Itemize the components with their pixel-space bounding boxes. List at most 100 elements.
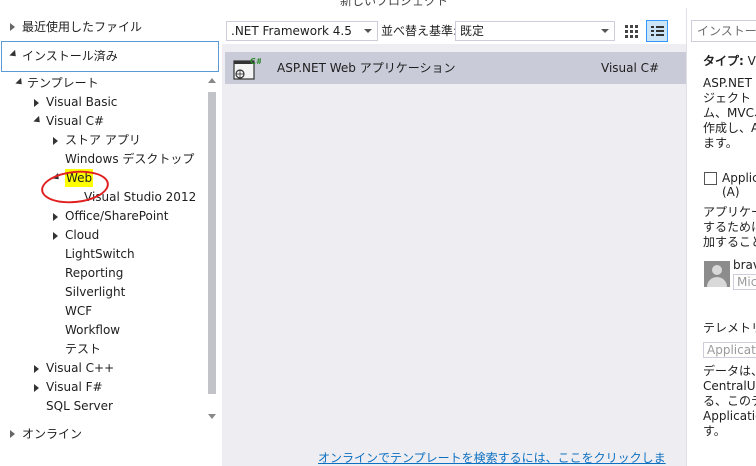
template-name: ASP.NET Web アプリケーション [277,61,456,75]
tree-node[interactable]: Web [0,169,206,187]
tree-node[interactable]: Silverlight [0,283,206,301]
scroll-down-icon[interactable] [208,414,216,419]
tree-node-label: Silverlight [65,285,126,299]
online-node[interactable]: オンライン [0,425,220,443]
expand-arrow-icon[interactable] [53,213,58,221]
tree-node-label: Visual Studio 2012 [84,190,197,204]
recent-node[interactable]: 最近使用したファイル [0,18,220,36]
list-view-icon[interactable] [646,20,668,42]
grid-view-icon[interactable] [622,20,642,40]
installed-node[interactable]: インストール済み [1,41,219,72]
tree-node[interactable]: Visual Studio 2012 [0,188,206,206]
template-language: Visual C# [601,61,660,75]
expand-arrow-icon[interactable] [10,430,15,438]
template-list-pane: .NET Framework 4.5 並べ替え基準: 既定 C# ASP. [222,8,686,466]
tree-node[interactable]: Visual C# [0,112,206,130]
tree-node[interactable]: Cloud [0,226,206,244]
description-line: ム、MVC、コ [703,106,756,120]
tree-node[interactable]: Visual F# [0,378,206,396]
tree-node-label: Visual C# [46,114,105,128]
tree-node-label: Visual F# [46,380,103,394]
search-input[interactable]: インストール済 [691,20,756,42]
chevron-down-icon [601,29,609,33]
template-item[interactable]: C# ASP.NET Web アプリケーション Visual C# [225,52,686,84]
scroll-thumb[interactable] [208,92,216,394]
collapse-arrow-icon[interactable] [15,77,25,88]
csharp-badge: C# [250,57,261,66]
collapse-arrow-icon[interactable] [33,115,43,126]
description-line: ジェクト テン [703,91,756,105]
tree-node-label: SQL Server [46,399,113,413]
insights-text: アプリケーシ [703,205,756,219]
tree-node-label: Visual Basic [46,95,118,109]
checkbox-label: Applic [722,171,756,185]
collapse-arrow-icon[interactable] [52,172,62,183]
scroll-up-icon[interactable] [208,78,216,83]
collapse-arrow-icon[interactable] [9,49,19,60]
expand-arrow-icon[interactable] [34,365,39,373]
tree-node[interactable]: Reporting [0,264,206,282]
details-pane: インストール済 タイプ: Vis ASP.NET ア ジェクト テン ム、MVC… [686,8,756,466]
tree-node[interactable]: SQL Server [0,397,206,415]
insights-text: するために、 [703,220,756,234]
tree-node-label: Reporting [65,266,124,280]
tree-node[interactable]: Workflow [0,321,206,339]
tree-node[interactable]: Visual Basic [0,93,206,111]
tree-node-label: Office/SharePoint [65,209,169,223]
tree-node-label: テスト [65,342,102,356]
sort-value: 既定 [460,24,485,38]
telemetry-label: テレメトリの送 [703,321,756,335]
tree-node-label: ストア アプリ [65,133,141,147]
data-text: Application [703,409,756,423]
tree-node-label: テンプレート [27,76,99,90]
recent-label: 最近使用したファイル [22,20,143,34]
installed-label: インストール済み [22,49,118,63]
expand-arrow-icon[interactable] [53,137,58,145]
framework-select[interactable]: .NET Framework 4.5 [226,21,378,41]
expand-arrow-icon[interactable] [34,384,39,392]
tree-node[interactable]: ストア アプリ [0,131,206,149]
expand-arrow-icon[interactable] [53,232,58,240]
insights-text: 加することを [703,235,756,249]
window-title-strip: 新しいプロジェクト [0,0,756,8]
tree-scrollbar[interactable] [206,78,218,428]
tree-node[interactable]: Visual C++ [0,359,206,377]
search-placeholder: インストール済 [697,24,756,38]
tree-node-label: LightSwitch [65,247,135,261]
type-line: タイプ: Vis [703,54,756,69]
description-line: ます。 [703,136,738,150]
tree-node-label: Windows デスクトップ [65,152,195,166]
tree-node-label: Workflow [65,323,121,337]
online-search-link[interactable]: オンラインでテンプレートを検索するには、ここをクリックします。 [318,451,686,466]
telemetry-select[interactable]: Applicatio [703,342,756,358]
type-value: Vis [747,54,756,68]
tree-node[interactable]: Office/SharePoint [0,207,206,225]
tree-node[interactable]: テンプレート [0,74,206,92]
description-line: ASP.NET ア [703,76,756,90]
data-text: す。 [703,424,726,438]
tree-node[interactable]: テスト [0,340,206,358]
sort-select[interactable]: 既定 [455,21,615,41]
tree-node-label: WCF [65,304,93,318]
data-text: る、このテン [703,394,756,408]
tree-node-label: Web [65,169,94,187]
data-text: CentralUS' [703,379,756,393]
data-text: データは、'D [703,364,756,378]
description-line: 作成し、ASI [703,121,756,135]
expand-arrow-icon[interactable] [34,99,39,107]
tree-node[interactable]: WCF [0,302,206,320]
tree-node[interactable]: Windows デスクトップ [0,150,206,168]
window-title: 新しいプロジェクト [340,0,449,8]
account-name: brav [733,258,756,272]
tree-node[interactable]: LightSwitch [0,245,206,263]
app-insights-checkbox[interactable] [704,172,717,185]
tree-node-label: Visual C++ [46,361,115,375]
type-label: タイプ: [703,54,744,68]
sort-label: 並べ替え基準: [381,24,458,38]
online-label: オンライン [22,427,83,441]
template-tree: テンプレート Visual Basic Visual C# ストア アプリ Window… [0,74,206,424]
account-subscription[interactable]: Micr [733,274,756,290]
aspnet-web-project-icon: C# [233,57,261,80]
expand-arrow-icon[interactable] [10,23,15,31]
checkbox-label: (A) [722,185,740,199]
